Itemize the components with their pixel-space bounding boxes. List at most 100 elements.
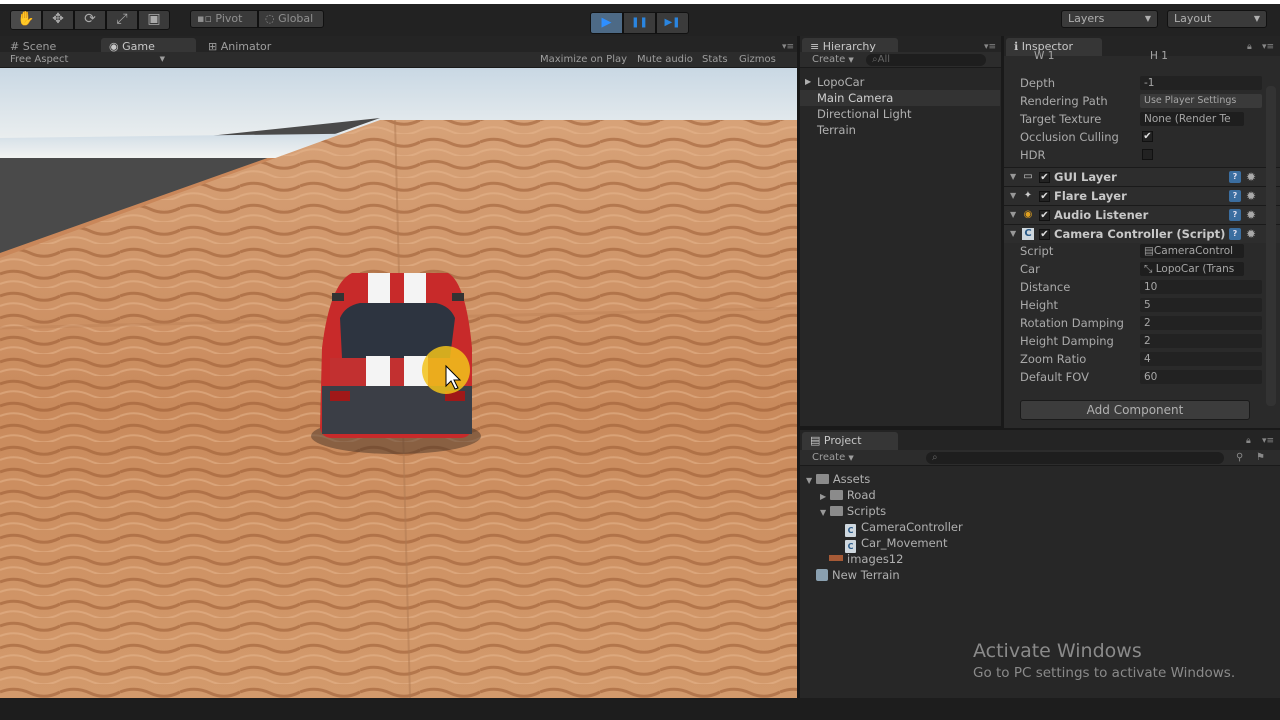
rect-tool-icon[interactable]: ▣ [138, 10, 170, 30]
hand-tool-icon[interactable]: ✋ [10, 10, 42, 30]
prop-car: Car⤡ LopoCar (Trans⊙ [1020, 260, 1274, 278]
project-file-images12[interactable]: images12 [829, 551, 903, 567]
collapse-arrow-icon[interactable]: ▼ [1010, 187, 1016, 205]
add-component-button[interactable]: Add Component [1020, 400, 1250, 420]
audio-listener-enabled-checkbox[interactable]: ✔ [1039, 210, 1050, 221]
viewport-w-label: W 1 [1034, 50, 1055, 62]
project-file-car-movement[interactable]: C Car_Movement [845, 535, 947, 553]
prop-occlusion-culling: Occlusion Culling ✔ [1020, 128, 1265, 146]
panel-menu-icon[interactable]: ▾≡ [1262, 42, 1274, 52]
lock-icon[interactable]: 🔒︎ [1247, 42, 1252, 52]
step-icon[interactable]: ▶❚ [656, 12, 689, 34]
lock-icon[interactable]: 🔒︎ [1246, 436, 1251, 446]
folder-icon [829, 506, 843, 516]
panel-menu-icon[interactable]: ▾≡ [984, 42, 996, 52]
target-texture-field[interactable]: None (Render Te [1140, 112, 1244, 126]
zoom-ratio-field[interactable]: 4 [1140, 352, 1262, 366]
panel-menu-icon[interactable]: ▾≡ [1262, 436, 1274, 446]
gear-icon[interactable]: ✹ [1246, 168, 1256, 186]
hdr-checkbox[interactable] [1142, 149, 1153, 160]
global-button[interactable]: ◌ Global [258, 10, 324, 28]
help-icon[interactable]: ? [1229, 171, 1241, 183]
component-gui-layer[interactable]: ▼ ▭ ✔ GUI Layer ? ✹ [1004, 167, 1280, 186]
hierarchy-item-directional-light[interactable]: Directional Light [817, 106, 1000, 122]
component-audio-listener[interactable]: ▼ ◉ ✔ Audio Listener ? ✹ [1004, 205, 1280, 224]
project-folder-assets[interactable]: ▼ Assets [806, 471, 870, 487]
move-tool-icon[interactable]: ✥ [42, 10, 74, 30]
component-camera-controller[interactable]: ▼ C ✔ Camera Controller (Script) ? ✹ [1004, 224, 1280, 243]
hierarchy-item-terrain[interactable]: Terrain [817, 122, 1000, 138]
height-field[interactable]: 5 [1140, 298, 1262, 312]
help-icon[interactable]: ? [1229, 190, 1241, 202]
watermark-title: Activate Windows [973, 640, 1142, 662]
help-icon[interactable]: ? [1229, 209, 1241, 221]
prop-label: Script [1020, 244, 1054, 258]
panel-menu-icon[interactable]: ▾≡ [782, 42, 794, 52]
prop-label: HDR [1020, 148, 1046, 162]
rendering-path-dropdown[interactable]: Use Player Settings [1140, 94, 1262, 108]
camera-controller-enabled-checkbox[interactable]: ✔ [1039, 229, 1050, 240]
layout-dropdown[interactable]: Layout ▼ [1167, 10, 1267, 28]
rotation-damping-field[interactable]: 2 [1140, 316, 1262, 330]
create-dropdown[interactable]: Create ▼ [812, 450, 854, 466]
project-file-new-terrain[interactable]: New Terrain [816, 567, 900, 583]
gizmos-dropdown[interactable]: Gizmos [739, 52, 776, 67]
pivot-button[interactable]: ▪▫ Pivot [190, 10, 258, 28]
gear-icon[interactable]: ✹ [1246, 206, 1256, 224]
create-dropdown[interactable]: Create ▼ [812, 52, 854, 68]
chevron-down-icon: ▼ [848, 454, 854, 462]
aspect-dropdown[interactable]: Free Aspect ▼ [10, 52, 165, 67]
project-file-camera-controller[interactable]: C CameraController [845, 519, 963, 537]
script-value: CameraControl [1153, 245, 1234, 257]
hierarchy-search-input[interactable]: ⌕All [866, 54, 986, 66]
play-icon[interactable]: ▶ [590, 12, 623, 34]
gear-icon[interactable]: ✹ [1246, 225, 1256, 243]
game-view[interactable] [0, 68, 797, 698]
car-field[interactable]: ⤡ LopoCar (Trans [1140, 262, 1244, 276]
rotate-tool-icon[interactable]: ⟳ [74, 10, 106, 30]
expand-arrow-icon[interactable]: ▶ [820, 492, 826, 501]
component-name: Flare Layer [1054, 189, 1127, 203]
mute-audio-toggle[interactable]: Mute audio [637, 52, 693, 67]
hierarchy-item-lopocar[interactable]: ▶ LopoCar [805, 74, 1000, 90]
inspector-scrollbar[interactable] [1266, 86, 1276, 406]
texture-icon [829, 555, 843, 561]
component-flare-layer[interactable]: ▼ ✦ ✔ Flare Layer ? ✹ [1004, 186, 1280, 205]
pivot-toggle-group: ▪▫ Pivot ◌ Global [190, 10, 324, 28]
maximize-on-play-toggle[interactable]: Maximize on Play [540, 52, 627, 67]
expand-arrow-icon[interactable]: ▼ [806, 476, 812, 485]
default-fov-field[interactable]: 60 [1140, 370, 1262, 384]
prop-default-fov: Default FOV 60 [1020, 368, 1265, 386]
occlusion-culling-checkbox[interactable]: ✔ [1142, 131, 1153, 142]
expand-arrow-icon[interactable]: ▼ [820, 508, 826, 517]
prop-zoom-ratio: Zoom Ratio 4 [1020, 350, 1265, 368]
distance-field[interactable]: 10 [1140, 280, 1262, 294]
prop-script: Script▤CameraControl⊙ [1020, 242, 1274, 260]
collapse-arrow-icon[interactable]: ▼ [1010, 168, 1016, 186]
script-field[interactable]: ▤CameraControl [1140, 244, 1244, 258]
project-folder-road[interactable]: ▶ Road [820, 487, 876, 503]
tab-project[interactable]: ▤ Project [802, 432, 898, 450]
gear-icon[interactable]: ✹ [1246, 187, 1256, 205]
project-folder-scripts[interactable]: ▼ Scripts [820, 503, 886, 519]
filter-label-icon[interactable]: ⚑ [1256, 450, 1265, 465]
hierarchy-item-main-camera[interactable]: Main Camera [800, 90, 1000, 106]
project-search-input[interactable]: ⌕ [926, 452, 1224, 464]
scale-tool-icon[interactable]: ⤢ [106, 10, 138, 30]
item-label: LopoCar [817, 75, 865, 89]
collapse-arrow-icon[interactable]: ▼ [1010, 225, 1016, 243]
layers-dropdown[interactable]: Layers ▼ [1061, 10, 1158, 28]
expand-arrow-icon[interactable]: ▶ [805, 74, 811, 90]
filter-type-icon[interactable]: ⚲ [1236, 450, 1243, 465]
gui-layer-enabled-checkbox[interactable]: ✔ [1039, 172, 1050, 183]
flare-layer-enabled-checkbox[interactable]: ✔ [1039, 191, 1050, 202]
stats-toggle[interactable]: Stats [702, 52, 728, 67]
watermark-subtitle: Go to PC settings to activate Windows. [973, 665, 1236, 681]
help-icon[interactable]: ? [1229, 228, 1241, 240]
prop-rendering-path: Rendering Path Use Player Settings [1020, 92, 1265, 110]
depth-field[interactable]: -1 [1140, 76, 1262, 90]
aspect-label: Free Aspect [10, 54, 69, 65]
pause-icon[interactable]: ❚❚ [623, 12, 656, 34]
height-damping-field[interactable]: 2 [1140, 334, 1262, 348]
collapse-arrow-icon[interactable]: ▼ [1010, 206, 1016, 224]
